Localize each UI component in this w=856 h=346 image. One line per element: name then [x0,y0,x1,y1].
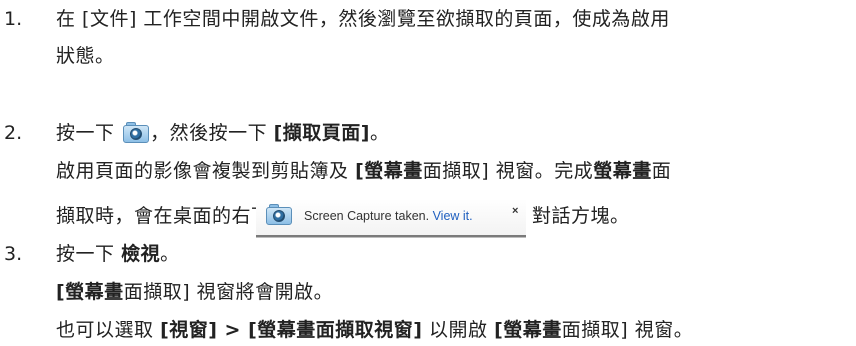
step-3-instruction: 按一下 檢視。 [56,242,180,266]
notification-message: Screen Capture taken. [304,209,430,223]
step-3-end-text: 。 [160,243,180,265]
step-3-p2a: 也可以選取 [56,319,154,341]
screen-capture-bold-1: [螢幕畫 [355,160,423,182]
step-2-para-a5: 面 [651,160,672,182]
window-menu-path: [視窗] > [螢幕畫面擷取視窗] [160,319,423,341]
step-3-pre-text: 按一下 [56,243,115,265]
step-2-end-text: 。 [370,122,390,144]
step-2-instruction: 按一下 ，然後按一下 [擷取頁面]。 [56,121,390,145]
screen-capture-bold-2: 螢幕畫 [593,160,652,182]
step-number-2: 2. [4,122,23,144]
screen-capture-bold-4: [螢幕畫 [494,319,562,341]
screen-capture-notification: Screen Capture taken. View it. × [256,199,526,237]
instructions-page: 1. 在 [文件] 工作空間中開啟文件，然後瀏覽至欲擷取的頁面，使成為啟用 狀態… [0,0,856,346]
step-number-3: 3. [4,243,23,265]
view-command: 檢視 [121,243,161,265]
step-2-paragraph-line-1: 啟用頁面的影像會複製到剪貼簿及 [螢幕畫面擷取] 視窗。完成螢幕畫面 [56,159,671,183]
screen-capture-bold-3: [螢幕畫 [56,281,124,303]
step-1-text-line-2: 狀態。 [56,45,115,67]
notification-text: Screen Capture taken. View it. [304,208,473,224]
step-1-text-line-1: 在 [文件] 工作空間中開啟文件，然後瀏覽至欲擷取的頁面，使成為啟用 [56,8,670,30]
capture-page-command: [擷取頁面] [273,122,370,144]
step-3-p2e: 面擷取] 視窗。 [561,319,694,341]
step-2-para-a3: 面擷取] 視窗。完成 [422,160,594,182]
step-2-para-a1: 啟用頁面的影像會複製到剪貼簿及 [56,160,349,182]
view-it-link[interactable]: View it. [433,209,473,223]
step-3-p2c: 以開啟 [429,319,488,341]
step-3-p1b: 面擷取] 視窗將會開啟。 [123,281,334,303]
step-2-paragraph-line-2-end: 對話方塊。 [532,205,630,227]
step-number-1: 1. [4,8,23,30]
step-2-mid-text: ，然後按一下 [150,122,268,144]
step-2-pre-text: 按一下 [56,122,115,144]
step-3-paragraph-2: 也可以選取 [視窗] > [螢幕畫面擷取視窗] 以開啟 [螢幕畫面擷取] 視窗。 [56,318,693,342]
camera-icon [123,122,150,143]
camera-icon [266,204,292,225]
step-3-paragraph-1: [螢幕畫面擷取] 視窗將會開啟。 [56,280,333,304]
close-icon[interactable]: × [512,205,518,217]
